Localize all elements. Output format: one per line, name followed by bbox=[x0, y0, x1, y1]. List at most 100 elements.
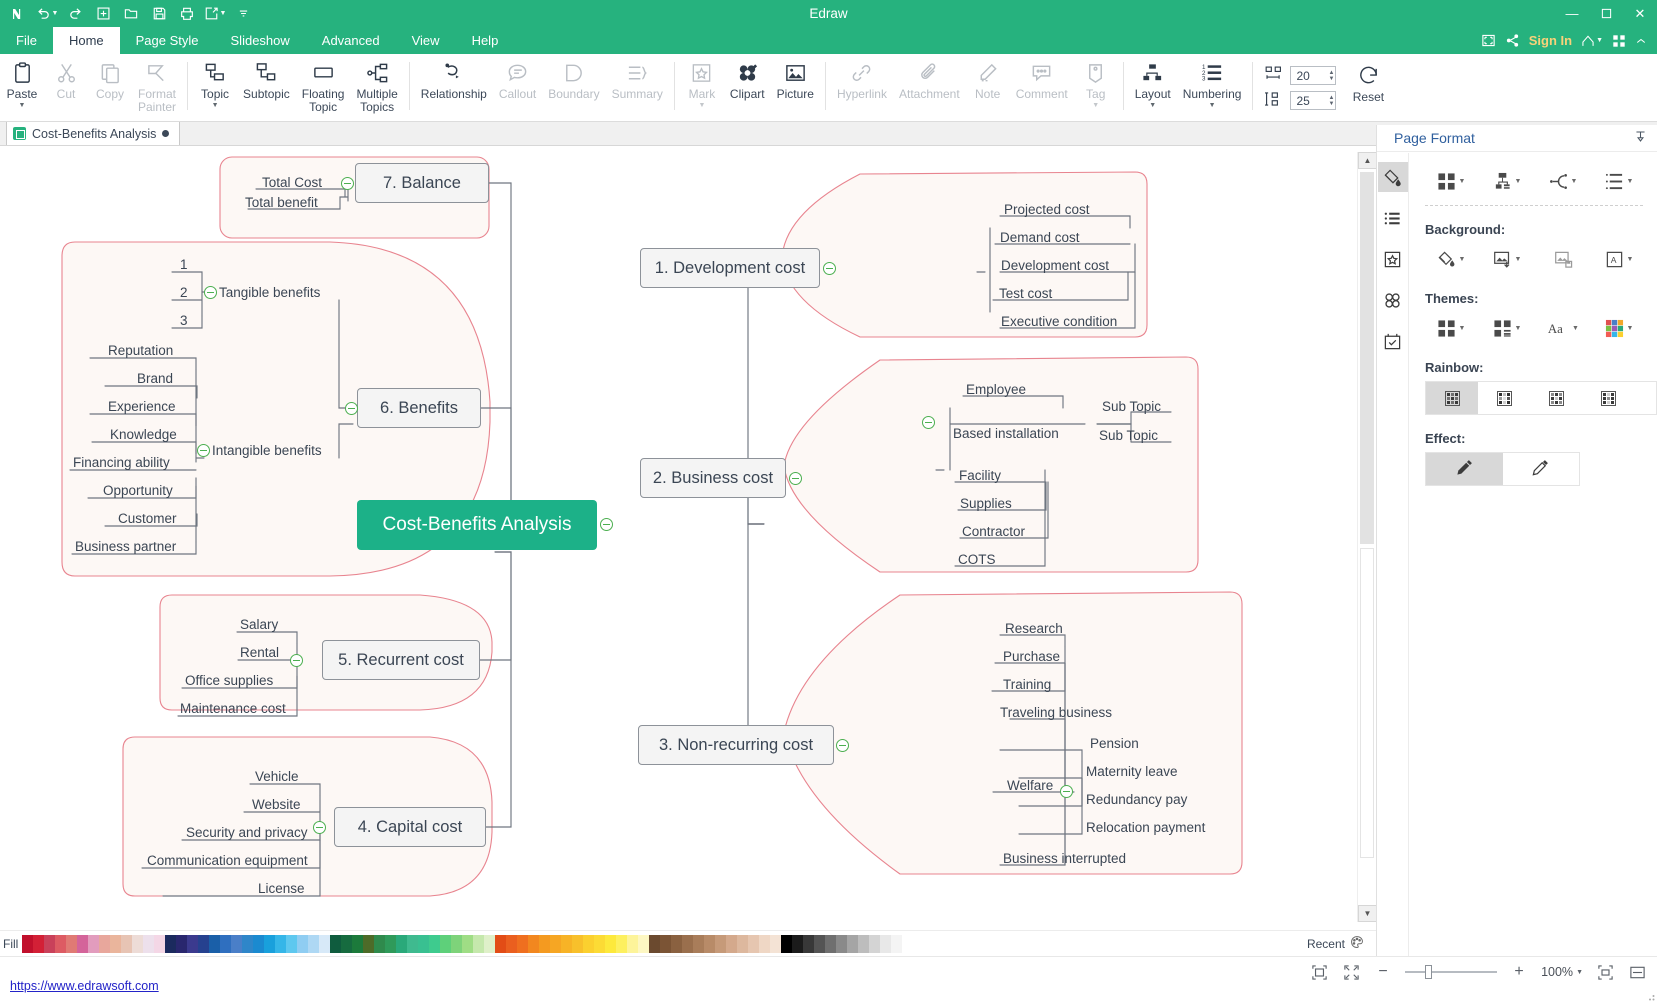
color-swatch[interactable] bbox=[99, 935, 110, 953]
document-tab[interactable]: Cost-Benefits Analysis bbox=[6, 121, 180, 145]
main-topic-capital-cost[interactable]: 4. Capital cost bbox=[334, 807, 486, 847]
color-swatch[interactable] bbox=[231, 935, 242, 953]
color-swatch[interactable] bbox=[363, 935, 374, 953]
collapse-ribbon-icon[interactable] bbox=[1635, 35, 1647, 47]
hyperlink-button[interactable]: Hyperlink bbox=[831, 56, 893, 101]
scroll-up-button[interactable]: ▲ bbox=[1358, 152, 1377, 169]
color-swatch[interactable] bbox=[836, 935, 847, 953]
vertical-scroll-track-lower[interactable] bbox=[1360, 548, 1374, 858]
nonrecurring-child-welfare[interactable]: Welfare bbox=[1007, 778, 1053, 793]
based-installation-sub-topic-2[interactable]: Sub Topic bbox=[1099, 428, 1158, 443]
color-swatch[interactable] bbox=[792, 935, 803, 953]
color-swatch[interactable] bbox=[264, 935, 275, 953]
collapse-benefits[interactable] bbox=[345, 402, 358, 415]
capital-child-security-and-privacy[interactable]: Security and privacy bbox=[186, 825, 308, 840]
color-swatch[interactable] bbox=[374, 935, 385, 953]
color-swatch[interactable] bbox=[649, 935, 660, 953]
business-child-supplies[interactable]: Supplies bbox=[960, 496, 1012, 511]
nonrecurring-child-training[interactable]: Training bbox=[1003, 677, 1051, 692]
fit-page-icon[interactable] bbox=[1309, 962, 1329, 982]
development-child-projected-cost[interactable]: Projected cost bbox=[1004, 202, 1090, 217]
floating-topic-button[interactable]: Floating Topic bbox=[296, 56, 351, 114]
color-swatch[interactable] bbox=[407, 935, 418, 953]
color-swatch[interactable] bbox=[704, 935, 715, 953]
topic-button[interactable]: Topic ▼ bbox=[193, 56, 237, 109]
main-topic-business-cost[interactable]: 2. Business cost bbox=[640, 458, 786, 498]
color-swatch[interactable] bbox=[726, 935, 737, 953]
color-swatch[interactable] bbox=[22, 935, 33, 953]
image-add-icon[interactable]: ▼ bbox=[1479, 243, 1535, 275]
color-swatch[interactable] bbox=[253, 935, 264, 953]
color-swatch[interactable] bbox=[440, 935, 451, 953]
central-topic[interactable]: Cost-Benefits Analysis bbox=[357, 500, 597, 550]
intangible-child-knowledge[interactable]: Knowledge bbox=[110, 427, 177, 442]
layout-dropdown-caret[interactable]: ▼ bbox=[1149, 102, 1156, 109]
color-swatch[interactable] bbox=[396, 935, 407, 953]
main-topic-non-recurring-cost[interactable]: 3. Non-recurring cost bbox=[638, 725, 834, 765]
recurrent-child-maintenance-cost[interactable]: Maintenance cost bbox=[180, 701, 286, 716]
recurrent-child-rental[interactable]: Rental bbox=[240, 645, 279, 660]
business-child-employee[interactable]: Employee bbox=[966, 382, 1026, 397]
color-swatch[interactable] bbox=[66, 935, 77, 953]
color-swatch[interactable] bbox=[121, 935, 132, 953]
mindmap-canvas[interactable]: Cost-Benefits Analysis 1. Development co… bbox=[0, 152, 1356, 922]
sign-in-button[interactable]: Sign In bbox=[1529, 33, 1572, 48]
color-swatch[interactable] bbox=[341, 935, 352, 953]
business-child-contractor[interactable]: Contractor bbox=[962, 524, 1025, 539]
layout-style-icon[interactable]: ▼ bbox=[1423, 165, 1479, 197]
maximize-button[interactable] bbox=[1589, 0, 1623, 27]
color-swatch[interactable] bbox=[781, 935, 792, 953]
development-child-test-cost[interactable]: Test cost bbox=[999, 286, 1052, 301]
effect-hand-drawn-option[interactable] bbox=[1426, 453, 1503, 485]
main-topic-balance[interactable]: 7. Balance bbox=[355, 163, 489, 203]
horizontal-spinner-arrows[interactable]: ▲▼ bbox=[1328, 67, 1334, 84]
color-swatch[interactable] bbox=[429, 935, 440, 953]
relationship-button[interactable]: Relationship bbox=[415, 56, 493, 101]
scroll-down-button[interactable]: ▼ bbox=[1358, 905, 1377, 922]
tangible-child-3[interactable]: 3 bbox=[180, 313, 188, 328]
pin-icon[interactable] bbox=[1634, 130, 1657, 146]
picture-button[interactable]: Picture bbox=[771, 56, 820, 101]
color-swatch[interactable] bbox=[638, 935, 649, 953]
welfare-child-redundancy-pay[interactable]: Redundancy pay bbox=[1086, 792, 1187, 807]
balance-child-total-benefit[interactable]: Total benefit bbox=[245, 195, 318, 210]
export-icon[interactable]: ▼ bbox=[202, 3, 228, 25]
paint-fill-icon[interactable]: ▼ bbox=[1423, 243, 1479, 275]
collapse-development[interactable] bbox=[823, 262, 836, 275]
main-topic-recurrent-cost[interactable]: 5. Recurrent cost bbox=[322, 640, 480, 680]
color-swatch[interactable] bbox=[737, 935, 748, 953]
boundary-button[interactable]: Boundary bbox=[542, 56, 605, 101]
balance-child-total-cost[interactable]: Total Cost bbox=[262, 175, 322, 190]
collapse-capital[interactable] bbox=[313, 821, 326, 834]
vertical-spacing-input[interactable]: 25 ▲▼ bbox=[1290, 91, 1336, 110]
color-swatch[interactable] bbox=[55, 935, 66, 953]
theme-variant-icon[interactable]: ▼ bbox=[1479, 312, 1535, 344]
color-swatch[interactable] bbox=[88, 935, 99, 953]
format-painter-button[interactable]: Format Painter bbox=[132, 56, 182, 114]
nonrecurring-child-business-interrupted[interactable]: Business interrupted bbox=[1003, 851, 1126, 866]
rainbow-option-1[interactable] bbox=[1426, 382, 1478, 414]
tangible-benefits-label[interactable]: Tangible benefits bbox=[219, 285, 320, 300]
color-swatch[interactable] bbox=[44, 935, 55, 953]
development-child-executive-condition[interactable]: Executive condition bbox=[1001, 314, 1117, 329]
color-swatch[interactable] bbox=[561, 935, 572, 953]
business-child-cots[interactable]: COTS bbox=[958, 552, 996, 567]
color-swatch[interactable] bbox=[847, 935, 858, 953]
copy-button[interactable]: Copy bbox=[88, 56, 132, 101]
color-swatch[interactable] bbox=[627, 935, 638, 953]
color-swatch[interactable] bbox=[275, 935, 286, 953]
color-swatch[interactable] bbox=[451, 935, 462, 953]
color-swatch[interactable] bbox=[143, 935, 154, 953]
recurrent-child-office-supplies[interactable]: Office supplies bbox=[185, 673, 273, 688]
color-swatch[interactable] bbox=[770, 935, 781, 953]
color-swatch[interactable] bbox=[242, 935, 253, 953]
color-swatch[interactable] bbox=[330, 935, 341, 953]
intangible-child-opportunity[interactable]: Opportunity bbox=[103, 483, 173, 498]
more-icon[interactable] bbox=[230, 3, 256, 25]
color-swatch[interactable] bbox=[539, 935, 550, 953]
new-icon[interactable] bbox=[90, 3, 116, 25]
rail-clover-icon[interactable] bbox=[1378, 285, 1408, 315]
collapse-tangible[interactable] bbox=[204, 286, 217, 299]
color-swatch[interactable] bbox=[352, 935, 363, 953]
capital-child-website[interactable]: Website bbox=[252, 797, 301, 812]
